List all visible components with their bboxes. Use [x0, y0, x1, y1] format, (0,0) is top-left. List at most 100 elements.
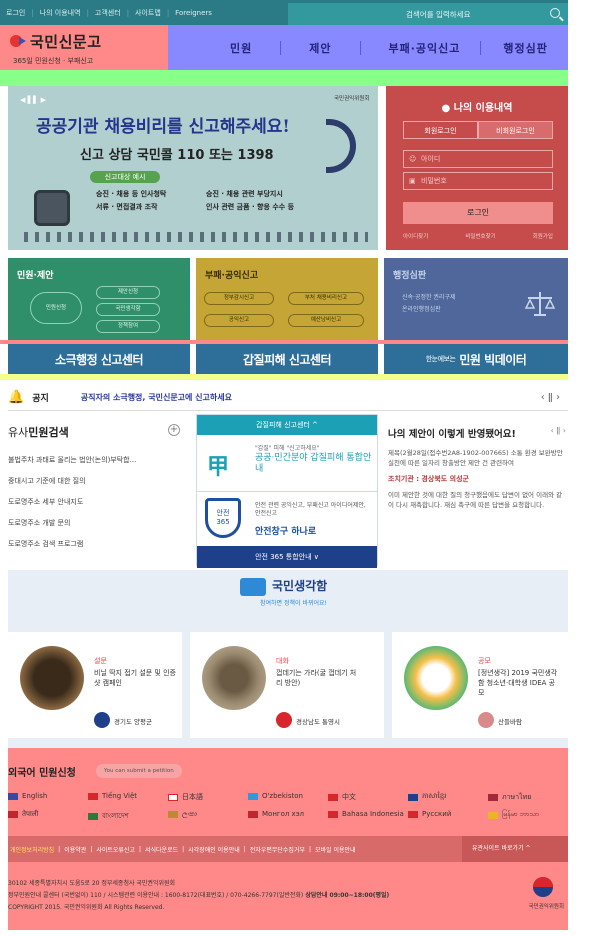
lang-label: ភាសាខ្មែរ [422, 792, 447, 800]
notice-text[interactable]: 공직자의 소극행정, 국민신문고에 신고하세요 [81, 392, 232, 403]
gapjil-main[interactable]: 공공·민간분야 갑질피해 통합안내 [255, 453, 373, 475]
chip-gov-watch[interactable]: 정부감시신고 [204, 292, 274, 305]
link-foreigners[interactable]: Foreigners [175, 9, 212, 17]
gapjil-center[interactable]: 갑질피해 신고센터 [196, 344, 378, 374]
nav-corruption-report[interactable]: 부패·공익신고 [389, 40, 461, 56]
link-customer-center[interactable]: 고객센터 [95, 8, 121, 18]
link-sitemap[interactable]: 사이트맵 [135, 8, 161, 18]
passive-admin-center[interactable]: 소극행정 신고센터 [8, 344, 190, 374]
email-policy-link[interactable]: 전자우편무단수집거부 [250, 845, 305, 854]
admin-desc-line: 온라인행정심판 [402, 306, 441, 313]
list-item[interactable]: 도로명주소 세부 안내지도 [8, 492, 188, 513]
footer-info: 30102 세종특별자치시 도움5로 20 정부세종청사 국민권익위원회 정부민… [8, 862, 568, 930]
lang-khmer[interactable]: ភាសាខ្មែរ [408, 792, 446, 802]
card-image [202, 646, 266, 710]
login-panel: ● 나의 이용내역 회원로그인 비회원로그인 ☺ 아이디 ▣ 비밀번호 로그인 … [386, 86, 568, 250]
footer-address: 30102 세종특별자치시 도움5로 20 정부세종청사 국민권익위원회 [8, 880, 176, 887]
error-report-link[interactable]: 사이트오류신고 [96, 845, 135, 854]
tile-corruption[interactable]: 부패·공익신고 정부감시신고 부처 채용비리신고 공익신고 예산낭비신고 [196, 258, 378, 340]
site-logo[interactable]: 국민신문고 365일 민원신청 · 부패신고 [0, 25, 168, 70]
safety-integrated-link[interactable]: 안전 365 통합안내 ∨ [197, 546, 377, 568]
hero-banner[interactable]: ◀ ▌▌ ▶ 국민권익위원회 공공기관 채용비리를 신고해주세요! 신고 상담 … [8, 86, 378, 250]
find-password-link[interactable]: 비밀번호찾기 [465, 232, 495, 240]
idea-card-contest[interactable]: 공모 [정년생각] 2019 국민생각함 청소년·대학생 IDEA 공모 산들바… [392, 632, 568, 738]
lang-english[interactable]: English [8, 792, 47, 800]
proposal-para2: 이미 제안한 것에 대한 질의 청구했음에도 답변이 없어 이래와 같이 다시 … [388, 491, 563, 509]
flag-icon [88, 792, 98, 800]
nav-minwon[interactable]: 민원 [230, 40, 252, 56]
flag-icon [8, 792, 18, 800]
gapjil-header[interactable]: 갑질피해 신고센터 ^ [197, 415, 377, 435]
id-field[interactable]: ☺ 아이디 [403, 150, 553, 168]
idea-card-dialog[interactable]: 대화 껍데기는 가라(굴 껍데기 처리 방안) 경상남도 통영시 [190, 632, 384, 738]
chip-idea[interactable]: 국민생각함 [96, 303, 160, 316]
login-links: 아이디찾기 비밀번호찾기 회원가입 [403, 232, 553, 240]
login-button[interactable]: 로그인 [403, 202, 553, 224]
chip-proposal[interactable]: 제안신청 [96, 286, 160, 299]
lang-bengali[interactable]: বাংলাদেশ [88, 810, 129, 822]
chip-policy[interactable]: 정책참여 [96, 320, 160, 333]
tile-admin-appeal[interactable]: 행정심판 신속·공정한 권리구제 온라인행정심판 [384, 258, 568, 340]
petition-badge[interactable]: You can submit a petition [96, 764, 182, 778]
chip-hiring-fraud[interactable]: 부처 채용비리신고 [288, 292, 364, 305]
password-field[interactable]: ▣ 비밀번호 [403, 172, 553, 190]
lang-mongolian[interactable]: Монгол хэл [248, 810, 304, 818]
find-id-link[interactable]: 아이디찾기 [403, 232, 428, 240]
similar-title-b: 민원검색 [28, 426, 69, 439]
search-input[interactable]: 검색어를 입력하세요 [288, 3, 568, 25]
proposal-controls-icon[interactable]: ‹ ǁ › [551, 426, 566, 435]
tile-corruption-title: 부패·공익신고 [205, 271, 259, 281]
footer-phone-text: 정부민원안내 콜센터 (국번없이) 110 / 시스템관련 이용안내 : 160… [8, 892, 304, 899]
lang-nepali[interactable]: तेपाली [8, 810, 38, 819]
tab-nonmember-login[interactable]: 비회원로그인 [478, 121, 553, 139]
mobile-guide-link[interactable]: 모바일 이용안내 [315, 845, 356, 854]
accessibility-link[interactable]: 시각장애인 이용안내 [188, 845, 240, 854]
safety-main: 안전창구 하나로 [255, 527, 317, 537]
lang-russian[interactable]: Русский [408, 810, 451, 818]
chip-public-interest[interactable]: 공익신고 [204, 314, 274, 327]
idea-title[interactable]: 국민생각함 [272, 577, 327, 594]
lang-myanmar[interactable]: မြန်မာ ဘာသာ [488, 810, 539, 820]
lang-japanese[interactable]: 日本語 [168, 792, 203, 802]
link-login[interactable]: 로그인 [6, 8, 25, 18]
search-icon[interactable] [550, 8, 560, 18]
list-item[interactable]: 도로명주소 개발 문의 [8, 513, 188, 534]
list-item[interactable]: 불법주차 과태료 올리는 법안(논의)부탁합... [8, 450, 188, 471]
minwon-bigdata[interactable]: 한눈에보는 민원 빅데이터 [384, 344, 568, 374]
lang-vietnamese[interactable]: Tiếng Việt [88, 792, 137, 800]
plus-icon[interactable]: + [168, 424, 180, 436]
flag-icon [488, 811, 498, 819]
safety-card[interactable]: 안전 365 안전 관련 공익신고, 부패신고 아이디어제안, 안전신고 안전창구… [197, 491, 377, 568]
nav-admin-appeal[interactable]: 행정심판 [503, 40, 547, 56]
nav-proposal[interactable]: 제안 [309, 40, 331, 56]
tab-member-login[interactable]: 회원로그인 [403, 121, 478, 139]
center-cards: 갑질피해 신고센터 ^ 甲 "갑질" 피해 "신고하세요" 공공·민간분야 갑질… [196, 414, 378, 568]
link-my-history[interactable]: 나의 이용내역 [40, 8, 81, 18]
forms-download-link[interactable]: 서식다운로드 [145, 845, 178, 854]
org-logo-icon [478, 712, 494, 728]
nav-divider [480, 40, 482, 55]
privacy-link[interactable]: 개인정보처리방침 [10, 845, 54, 854]
chip-budget-waste[interactable]: 예산낭비신고 [288, 314, 364, 327]
lang-thai[interactable]: ภาษาไทย [488, 792, 531, 803]
lang-indonesian[interactable]: Bahasa Indonesia [328, 810, 404, 818]
list-item[interactable]: 중대시고 기준에 대한 질의 [8, 471, 188, 492]
logo-title: 국민신문고 [30, 33, 102, 51]
signup-link[interactable]: 회원가입 [533, 232, 553, 240]
chip-apply[interactable]: 민원신청 [30, 292, 82, 324]
notice-controls-icon[interactable]: ‹ ǁ › [541, 392, 560, 403]
tile-minwon[interactable]: 민원·제안 민원신청 제안신청 국민생각함 정책참여 [8, 258, 190, 340]
search-placeholder: 검색어를 입력하세요 [406, 9, 471, 19]
card-desc: 비닐 딱지 접기 설문 및 인증샷 캠페인 [94, 669, 176, 687]
lang-sinhala[interactable]: ලංකා [168, 810, 197, 819]
flag-icon [168, 811, 178, 818]
list-item[interactable]: 도로명주소 검색 프로그램 [8, 534, 188, 555]
lang-uzbek[interactable]: O'zbekiston [248, 792, 303, 800]
terms-link[interactable]: 이용약관 [64, 845, 86, 854]
idea-card-survey[interactable]: 설문 비닐 딱지 접기 설문 및 인증샷 캠페인 경기도 양평군 [8, 632, 182, 738]
proposal-agency: 조치기관 : 경상북도 의성군 [388, 475, 469, 483]
related-sites-dropdown[interactable]: 유관사이트 바로가기 ^ [462, 836, 568, 862]
scales-icon [524, 292, 556, 316]
slide-controls-icon[interactable]: ◀ ▌▌ ▶ [20, 96, 46, 104]
lang-chinese[interactable]: 中文 [328, 792, 356, 802]
